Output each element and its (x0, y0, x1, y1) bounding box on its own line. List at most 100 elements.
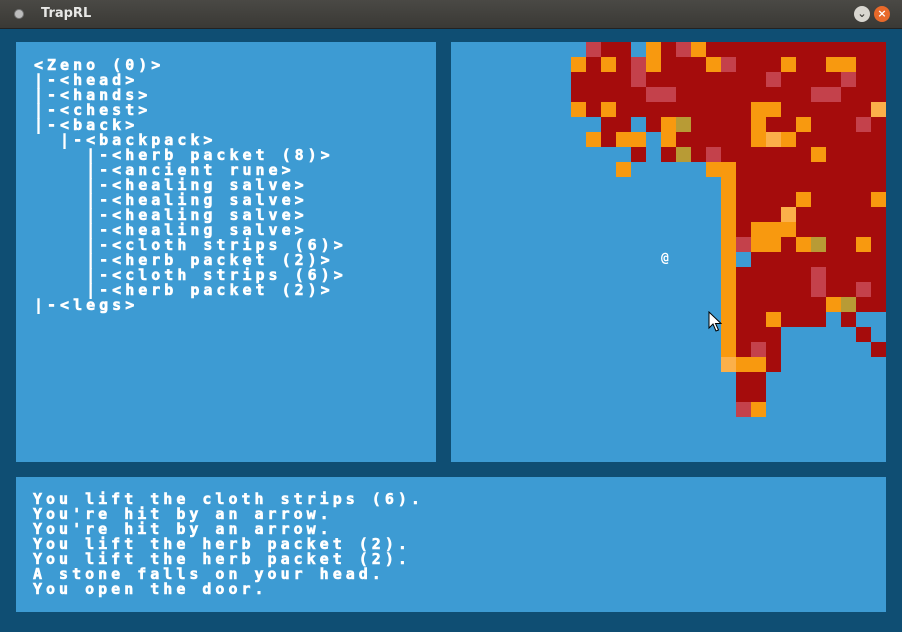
map-tile (811, 132, 826, 147)
map-tile (586, 57, 601, 72)
map-tile (736, 102, 751, 117)
map-tile (841, 102, 856, 117)
map-tile (856, 237, 871, 252)
map-tile (796, 237, 811, 252)
map-tile (841, 42, 856, 57)
map-tile (796, 267, 811, 282)
map-tile (601, 72, 616, 87)
map-tile (766, 162, 781, 177)
map-tile (766, 132, 781, 147)
map-tile (616, 87, 631, 102)
map-tile (856, 282, 871, 297)
map-tile (721, 57, 736, 72)
map-tile (691, 132, 706, 147)
map-tile (721, 267, 736, 282)
map-tile (616, 72, 631, 87)
map-tile (796, 72, 811, 87)
map-tile (751, 282, 766, 297)
map-tile (811, 177, 826, 192)
map-tile (721, 42, 736, 57)
map-tile (751, 357, 766, 372)
map-tile (781, 282, 796, 297)
map-tile (811, 312, 826, 327)
map-tile (751, 132, 766, 147)
map-tile (661, 117, 676, 132)
map-tile (646, 87, 661, 102)
map-tile (841, 297, 856, 312)
mouse-pointer-icon (708, 311, 722, 332)
map-tile (721, 117, 736, 132)
map-tile (646, 102, 661, 117)
map-tile (796, 57, 811, 72)
map-tile (601, 87, 616, 102)
map-tile (781, 177, 796, 192)
minimize-button[interactable]: ⌄ (854, 6, 870, 22)
map-tile (766, 342, 781, 357)
map-tile (706, 72, 721, 87)
map-tile (871, 177, 886, 192)
map-tile (781, 117, 796, 132)
map-tile (616, 42, 631, 57)
map-tile (751, 297, 766, 312)
map-tile (721, 357, 736, 372)
map-tile (706, 42, 721, 57)
map-tile (871, 72, 886, 87)
map-tile (571, 87, 586, 102)
map-tile (736, 42, 751, 57)
map-tile (766, 267, 781, 282)
map-tile (826, 117, 841, 132)
map-tile (706, 162, 721, 177)
map-tile (841, 282, 856, 297)
map-tile (811, 267, 826, 282)
window-title: TrapRL (41, 6, 92, 21)
map-tile (721, 177, 736, 192)
map-tile (856, 87, 871, 102)
map-tile (751, 42, 766, 57)
map-tile (631, 132, 646, 147)
map-tile (766, 102, 781, 117)
map-tile (796, 177, 811, 192)
map-tile (856, 102, 871, 117)
map-tile (586, 72, 601, 87)
map-tile (871, 147, 886, 162)
map-tile (871, 342, 886, 357)
map-tile (781, 237, 796, 252)
map-tile (616, 162, 631, 177)
dungeon-map[interactable]: @ (451, 42, 886, 462)
map-tile (721, 192, 736, 207)
map-tile (766, 327, 781, 342)
map-tile (811, 42, 826, 57)
map-tile (631, 147, 646, 162)
map-tile (586, 87, 601, 102)
map-tile (766, 72, 781, 87)
map-tile (841, 147, 856, 162)
map-tile (856, 162, 871, 177)
map-tile (661, 42, 676, 57)
map-tile (571, 102, 586, 117)
map-tile (841, 132, 856, 147)
map-tile (871, 42, 886, 57)
map-tile (691, 87, 706, 102)
map-tile (766, 207, 781, 222)
map-tile (736, 72, 751, 87)
map-tile (856, 267, 871, 282)
map-tile (706, 102, 721, 117)
map-tile (826, 282, 841, 297)
map-tile (796, 87, 811, 102)
map-tile (661, 72, 676, 87)
map-tile (871, 132, 886, 147)
map-tile (751, 87, 766, 102)
map-tile (841, 57, 856, 72)
close-button[interactable]: × (874, 6, 890, 22)
map-tile (841, 87, 856, 102)
map-tile (721, 237, 736, 252)
map-tile (691, 72, 706, 87)
map-tile (796, 312, 811, 327)
map-tile (646, 117, 661, 132)
map-tile (736, 282, 751, 297)
map-tile (571, 57, 586, 72)
log-line: You open the door. (33, 580, 268, 598)
map-tile (736, 342, 751, 357)
map-tile (751, 387, 766, 402)
map-tile (811, 237, 826, 252)
